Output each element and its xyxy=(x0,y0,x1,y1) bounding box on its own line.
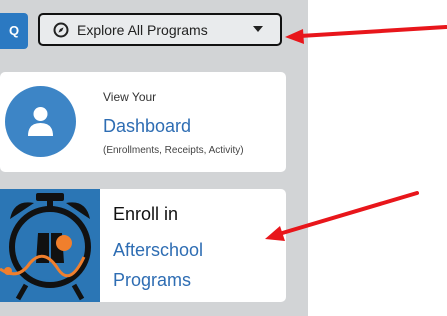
red-arrow-dropdown xyxy=(285,25,447,44)
annotation-arrows xyxy=(265,25,447,241)
red-arrow-afterschool xyxy=(265,191,419,241)
